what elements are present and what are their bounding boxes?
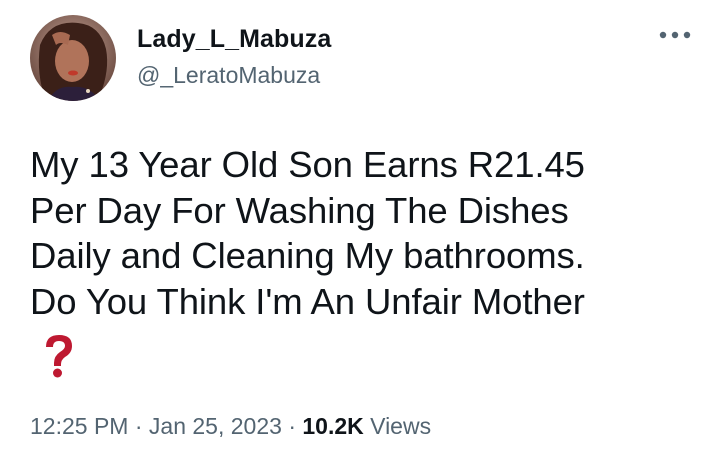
tweet-date[interactable]: Jan 25, 2023	[149, 413, 282, 439]
views-count[interactable]: 10.2K	[302, 413, 363, 439]
red-question-mark-icon	[40, 333, 78, 379]
views-label: Views	[370, 413, 432, 439]
tweet-text: My 13 Year Old Son Earns R21.45 Per Day …	[30, 144, 585, 322]
author-display-name[interactable]: Lady_L_Mabuza	[137, 25, 331, 54]
tweet-time[interactable]: 12:25 PM	[30, 413, 128, 439]
avatar-image	[30, 15, 116, 101]
tweet-card: Lady_L_Mabuza @_LeratoMabuza My 13 Year …	[0, 0, 720, 468]
tweet-metadata: 12:25 PM · Jan 25, 2023 · 10.2K Views	[30, 413, 431, 440]
author-handle[interactable]: @_LeratoMabuza	[137, 62, 320, 89]
meta-separator: ·	[134, 413, 143, 439]
meta-separator: ·	[288, 413, 296, 439]
more-options-button[interactable]	[655, 23, 695, 47]
author-avatar[interactable]	[30, 15, 116, 101]
more-horizontal-icon	[659, 31, 691, 39]
